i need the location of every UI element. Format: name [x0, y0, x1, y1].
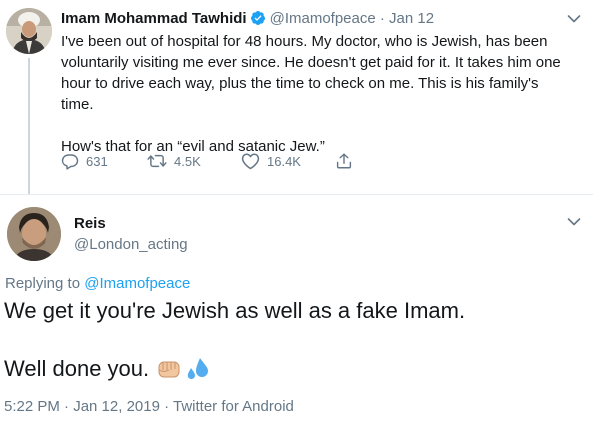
avatar-photo — [7, 207, 61, 261]
replying-to: Replying to @Imamofpeace — [5, 274, 190, 294]
tweet-text-line: voluntarily visiting me ever since. He d… — [61, 54, 561, 71]
tweet-text-line: I've been out of hospital for 48 hours. … — [61, 33, 548, 50]
author-handle[interactable]: @Imamofpeace — [270, 10, 376, 27]
original-tweet[interactable]: Imam Mohammad Tawhidi @Imamofpeace · Jan … — [0, 0, 593, 200]
retweet-icon — [147, 154, 167, 168]
like-icon — [241, 153, 260, 170]
avatar[interactable] — [7, 207, 61, 261]
tweet-header: Imam Mohammad Tawhidi @Imamofpeace · Jan … — [61, 9, 563, 29]
avatar-photo — [6, 8, 52, 54]
share-button[interactable] — [335, 152, 353, 170]
reply-icon — [61, 154, 79, 170]
thread-connector-line — [28, 58, 30, 194]
author-name[interactable]: Imam Mohammad Tawhidi — [61, 10, 247, 27]
like-count: 16.4K — [267, 153, 301, 169]
sweat-droplets-icon — [185, 356, 211, 382]
separator-dot: · — [379, 10, 385, 27]
tweet-text: I've been out of hospital for 48 hours. … — [61, 31, 581, 157]
chevron-down-icon[interactable] — [567, 217, 581, 227]
reply-count: 631 — [86, 153, 108, 169]
verified-badge-icon — [250, 10, 266, 26]
tweet-actions: 631 4.5K 16.4K — [61, 152, 353, 170]
like-button[interactable]: 16.4K — [241, 152, 335, 170]
tweet-text-line: We get it you're Jewish as well as a fak… — [4, 298, 466, 323]
replying-to-label: Replying to — [5, 275, 81, 292]
oncoming-fist-icon — [156, 356, 182, 382]
tweet-date[interactable]: Jan 12 — [389, 10, 434, 27]
tweet-text-line: Well done you. — [4, 356, 150, 381]
tweet-text-line: hour to drive each way, plus the time to… — [61, 75, 539, 92]
tweet-text-line: time. — [61, 96, 94, 113]
tweet-text-line-with-emoji: Well done you. — [4, 354, 211, 384]
retweet-count: 4.5K — [174, 153, 201, 169]
chevron-down-icon[interactable] — [567, 14, 581, 24]
replying-to-mention[interactable]: @Imamofpeace — [84, 275, 190, 292]
author-name[interactable]: Reis — [74, 214, 106, 234]
reply-button[interactable]: 631 — [61, 152, 147, 170]
author-handle[interactable]: @London_acting — [74, 235, 188, 255]
tweet-divider — [0, 194, 593, 195]
avatar[interactable] — [6, 8, 52, 54]
retweet-button[interactable]: 4.5K — [147, 152, 241, 170]
tweet-timestamp[interactable]: 5:22 PM · Jan 12, 2019 · Twitter for And… — [4, 397, 294, 417]
share-icon — [336, 153, 352, 169]
